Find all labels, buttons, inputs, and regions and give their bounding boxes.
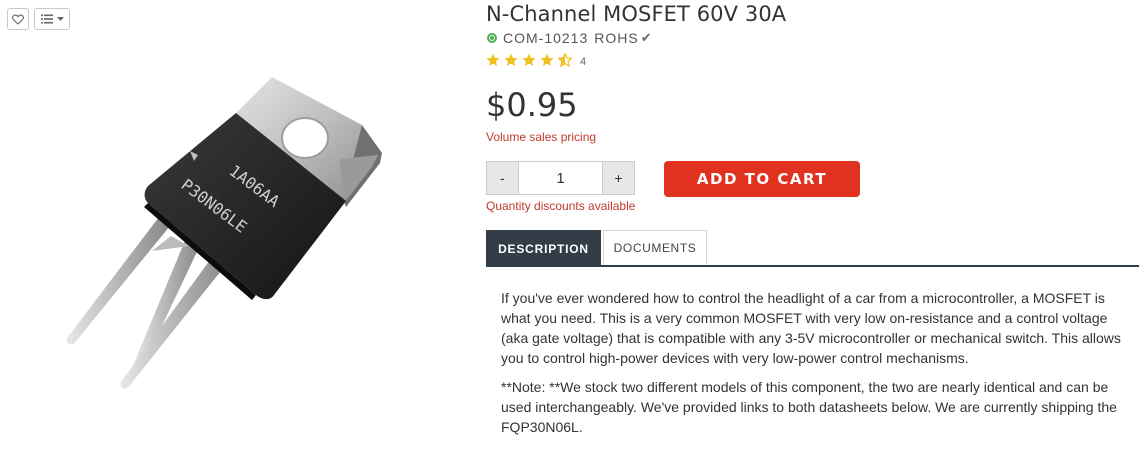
- price: $0.95: [486, 86, 578, 124]
- review-count[interactable]: 4: [580, 56, 586, 68]
- quantity-stepper: - +: [486, 161, 635, 195]
- check-icon: ✔: [640, 30, 652, 45]
- chevron-down-icon: [56, 17, 64, 21]
- tab-description[interactable]: DESCRIPTION: [486, 230, 601, 267]
- list-icon: [40, 14, 53, 24]
- wishlist-button[interactable]: [7, 8, 29, 30]
- add-to-list-button[interactable]: [34, 8, 70, 30]
- decrement-button[interactable]: -: [487, 162, 518, 194]
- add-to-cart-button[interactable]: ADD TO CART: [664, 161, 860, 197]
- sku-row: COM-10213 ROHS ✔: [486, 30, 652, 46]
- product-image: 1A06AA P30N06LE: [66, 77, 382, 389]
- volume-pricing-link[interactable]: Volume sales pricing: [486, 130, 596, 144]
- star-icon: [522, 53, 536, 66]
- star-icon: [504, 53, 518, 66]
- heart-icon: [12, 14, 24, 25]
- product-title: N-Channel MOSFET 60V 30A: [486, 2, 787, 26]
- status-dot-icon: [487, 33, 497, 43]
- sku-number: COM-10213: [503, 30, 589, 46]
- tab-documents[interactable]: DOCUMENTS: [603, 230, 707, 265]
- star-icon: [540, 53, 554, 66]
- description-panel: If you've ever wondered how to control t…: [501, 288, 1126, 446]
- star-rating[interactable]: 4: [486, 52, 586, 68]
- rohs-label: ROHS: [594, 30, 639, 46]
- description-paragraph: If you've ever wondered how to control t…: [501, 290, 1121, 366]
- product-tabs: DESCRIPTION DOCUMENTS: [486, 230, 1139, 267]
- star-icon: [486, 53, 500, 66]
- quantity-input[interactable]: [518, 162, 603, 194]
- description-note: **Note: **We stock two different models …: [501, 379, 1117, 435]
- half-star-icon: [558, 53, 572, 67]
- increment-button[interactable]: +: [603, 162, 634, 194]
- quantity-discounts-link[interactable]: Quantity discounts available: [486, 199, 635, 213]
